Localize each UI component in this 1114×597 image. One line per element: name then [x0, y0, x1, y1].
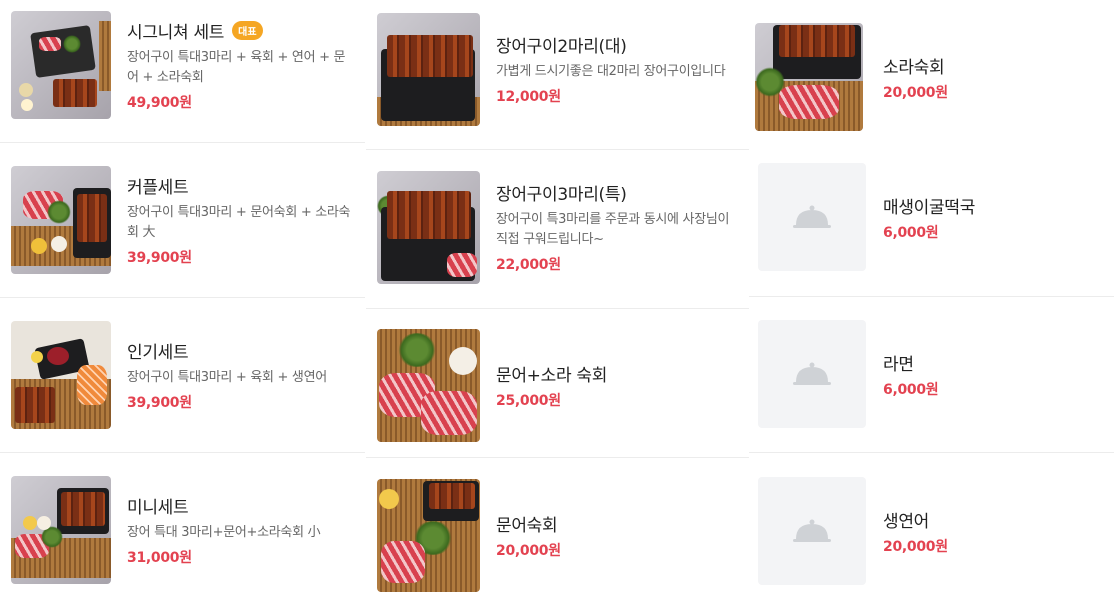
menu-item-photo [377, 478, 480, 592]
menu-item-name: 인기세트 [127, 343, 189, 363]
menu-item-photo [11, 321, 111, 429]
divider [366, 457, 749, 458]
menu-column-3: 소라숙회 20,000원 매생이굴떡국 6,000원 라면 6,000원 생연어… [749, 0, 1114, 597]
menu-item-name: 라면 [883, 354, 914, 375]
menu-column-1: 시그니쳐 세트 대표 장어구이 특대3마리 + 육회 + 연어 + 문어 + 소… [0, 0, 365, 597]
menu-item-name: 매생이굴떡국 [883, 197, 976, 218]
menu-item-photo [11, 11, 111, 119]
menu-item[interactable]: 장어구이3마리(특) 장어구이 특3마리를 주문과 동시에 사장님이 직접 구워… [366, 168, 749, 286]
menu-item[interactable]: 미니세트 장어 특대 3마리+문어+소라숙회 小 31,000원 [0, 475, 365, 585]
menu-item[interactable]: 커플세트 장어구이 특대3마리 + 문어숙회 + 소라숙회 大 39,900원 [0, 165, 365, 275]
food-cloche-icon [793, 205, 831, 228]
menu-item[interactable]: 라면 6,000원 [749, 320, 1114, 428]
menu-item[interactable]: 문어+소라 숙회 25,000원 [366, 326, 749, 444]
divider [366, 149, 749, 150]
divider [0, 452, 365, 453]
menu-item-price: 20,000원 [883, 84, 948, 101]
menu-item-price: 6,000원 [883, 381, 939, 398]
menu-item-name: 생연어 [883, 511, 930, 532]
menu-item-description: 장어구이 특대3마리 + 문어숙회 + 소라숙회 大 [127, 205, 351, 240]
menu-item-photo-placeholder [758, 320, 866, 428]
divider [749, 452, 1114, 453]
menu-item-description: 장어구이 특대3마리 + 육회 + 생연어 [127, 370, 327, 385]
menu-item[interactable]: 문어숙회 20,000원 [366, 476, 749, 594]
signature-badge: 대표 [232, 21, 263, 40]
food-cloche-icon [793, 519, 831, 542]
menu-item-description: 장어구이 특3마리를 주문과 동시에 사장님이 직접 구워드립니다~ [496, 212, 730, 247]
menu-item[interactable]: 인기세트 장어구이 특대3마리 + 육회 + 생연어 39,900원 [0, 320, 365, 430]
menu-item-description: 장어구이 특대3마리 + 육회 + 연어 + 문어 + 소라숙회 [127, 50, 346, 85]
menu-item-name: 장어구이2마리(대) [496, 37, 627, 57]
food-cloche-icon [793, 362, 831, 385]
menu-item-name: 문어숙회 [496, 515, 558, 536]
divider [749, 143, 1114, 144]
divider [749, 296, 1114, 297]
menu-item-photo [377, 328, 480, 442]
menu-item-price: 20,000원 [496, 542, 561, 559]
menu-item-price: 39,900원 [127, 395, 192, 411]
menu-item-description: 장어 특대 3마리+문어+소라숙회 小 [127, 525, 321, 540]
menu-column-2: 장어구이2마리(대) 가볍게 드시기좋은 대2마리 장어구이입니다 12,000… [366, 0, 749, 597]
menu-item-photo [755, 23, 863, 131]
menu-item-name: 미니세트 [127, 498, 189, 518]
menu-item-price: 20,000원 [883, 538, 948, 555]
menu-item-description: 가볍게 드시기좋은 대2마리 장어구이입니다 [496, 64, 726, 79]
menu-item-name: 커플세트 [127, 178, 189, 198]
menu-item[interactable]: 소라숙회 20,000원 [749, 22, 1114, 132]
menu-item-name: 문어+소라 숙회 [496, 365, 608, 386]
menu-item-photo-placeholder [758, 477, 866, 585]
menu-item[interactable]: 생연어 20,000원 [749, 477, 1114, 585]
menu-item-price: 22,000원 [496, 257, 561, 273]
divider [366, 308, 749, 309]
menu-item-photo [11, 166, 111, 274]
menu-item[interactable]: 장어구이2마리(대) 가볍게 드시기좋은 대2마리 장어구이입니다 12,000… [366, 10, 749, 128]
menu-item-name: 장어구이3마리(특) [496, 185, 627, 205]
divider [0, 142, 365, 143]
menu-item-name: 소라숙회 [883, 57, 945, 78]
menu-item-photo [11, 476, 111, 584]
menu-item-price: 39,900원 [127, 250, 192, 266]
menu-item-price: 12,000원 [496, 89, 561, 105]
divider [0, 297, 365, 298]
menu-item-photo [377, 170, 480, 284]
menu-item-price: 31,000원 [127, 550, 192, 566]
menu-item[interactable]: 매생이굴떡국 6,000원 [749, 163, 1114, 271]
menu-item-price: 25,000원 [496, 392, 561, 409]
menu-item[interactable]: 시그니쳐 세트 대표 장어구이 특대3마리 + 육회 + 연어 + 문어 + 소… [0, 10, 365, 120]
menu-item-price: 49,900원 [127, 95, 192, 111]
menu-item-photo-placeholder [758, 163, 866, 271]
menu-item-photo [377, 12, 480, 126]
menu-item-price: 6,000원 [883, 224, 939, 241]
menu-item-name: 시그니쳐 세트 [127, 23, 225, 43]
